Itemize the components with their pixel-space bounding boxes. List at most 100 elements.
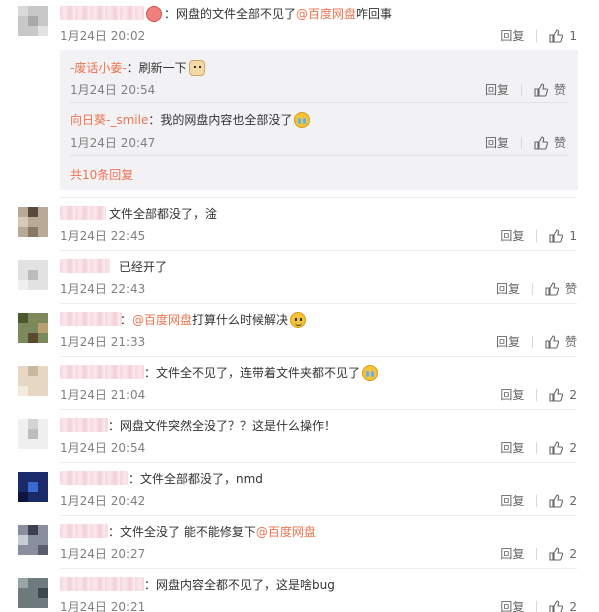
thumbs-up-icon: [545, 334, 559, 349]
username[interactable]: [60, 206, 106, 220]
reply-actions: 回复 赞: [485, 81, 566, 98]
username[interactable]: [60, 471, 128, 485]
thumbs-up-icon: [549, 387, 564, 402]
like-label: 赞: [564, 282, 577, 296]
like-button[interactable]: 赞: [534, 81, 566, 98]
comment-actions: 回复 2: [500, 492, 577, 509]
like-button[interactable]: 2: [549, 600, 577, 612]
thumbs-up-icon: [549, 440, 564, 455]
avatar[interactable]: [18, 207, 48, 237]
comment-time: 1月24日 20:27: [60, 547, 146, 561]
reply-button[interactable]: 回复: [500, 439, 524, 456]
comment-text: ：网盘的文件全部不见了 @百度网盘 咋回事: [146, 5, 392, 22]
heart-emoji-icon: [146, 5, 162, 22]
like-button[interactable]: 赞: [534, 134, 566, 151]
comment-actions: 回复 1: [500, 27, 577, 44]
comment-time: 1月24日 20:21: [60, 600, 146, 612]
view-more-replies-link[interactable]: 共10条回复: [70, 166, 133, 183]
comment-time: 1月24日 20:54: [60, 441, 146, 455]
like-label: 赞: [553, 83, 566, 97]
username[interactable]: [60, 365, 144, 379]
reply-button[interactable]: 回复: [485, 81, 509, 98]
divider: [520, 136, 522, 149]
thumbs-up-icon: [549, 599, 564, 612]
avatar[interactable]: [18, 472, 48, 502]
mention-link[interactable]: @百度网盘: [256, 523, 316, 540]
divider: [60, 250, 577, 251]
like-button[interactable]: 赞: [545, 280, 577, 297]
comment-actions: 回复 赞: [496, 333, 577, 350]
like-button[interactable]: 1: [549, 229, 577, 243]
comment-text: 已经开了: [119, 260, 168, 274]
like-count: 2: [569, 440, 577, 455]
divider: [531, 282, 533, 295]
mention-link[interactable]: @百度网盘: [296, 5, 356, 22]
username[interactable]: [60, 418, 108, 432]
like-button[interactable]: 2: [549, 441, 577, 455]
comment-text: ： @百度网盘 打算什么时候解决: [120, 311, 307, 328]
username[interactable]: [60, 524, 108, 538]
like-count: 2: [569, 493, 577, 508]
divider: [60, 462, 577, 463]
comment-time: 1月24日 21:33: [60, 335, 146, 349]
comment-time: 1月24日 20:42: [60, 494, 146, 508]
comment-time: 1月24日 20:02: [60, 29, 146, 43]
thumbs-up-icon: [549, 28, 564, 43]
like-button[interactable]: 2: [549, 547, 577, 561]
like-label: 赞: [564, 335, 577, 349]
divider: [536, 29, 538, 42]
reply-button[interactable]: 回复: [500, 492, 524, 509]
like-count: 2: [569, 546, 577, 561]
avatar[interactable]: [18, 366, 48, 396]
smile-emoji-icon: [290, 311, 307, 328]
divider: [536, 600, 538, 612]
divider: [536, 229, 538, 242]
reply-button[interactable]: 回复: [500, 27, 524, 44]
avatar[interactable]: [18, 313, 48, 343]
comment-text: 文件全部都没了，淦: [109, 207, 218, 221]
like-button[interactable]: 赞: [545, 333, 577, 350]
reply-username[interactable]: -废话小姜-: [70, 59, 127, 76]
reply-button[interactable]: 回复: [496, 333, 520, 350]
comment-text: ：网盘文件突然全没了？？这是什么操作！: [108, 419, 337, 433]
username[interactable]: [60, 577, 144, 591]
avatar[interactable]: [18, 6, 48, 36]
thumbs-up-icon: [549, 228, 564, 243]
divider: [60, 568, 577, 569]
comment-actions: 回复 赞: [496, 280, 577, 297]
divider: [60, 303, 577, 304]
divider: [70, 155, 568, 156]
like-button[interactable]: 1: [549, 29, 577, 43]
mention-link[interactable]: @百度网盘: [132, 311, 192, 328]
thumbs-up-icon: [545, 281, 559, 296]
comment-time: 1月24日 22:45: [60, 229, 146, 243]
avatar[interactable]: [18, 578, 48, 608]
username[interactable]: [60, 259, 110, 273]
reply-button[interactable]: 回复: [485, 134, 509, 151]
comment-text: ：文件全没了 能不能修复下 @百度网盘: [108, 523, 316, 540]
comment-actions: 回复 2: [500, 386, 577, 403]
username[interactable]: [60, 6, 144, 20]
comment-text: ：文件全部都没了，nmd: [128, 472, 263, 486]
reply-item: 向日葵-_smile ：我的网盘内容也全部没了: [70, 111, 311, 128]
like-button[interactable]: 2: [549, 388, 577, 402]
divider: [60, 197, 577, 198]
username[interactable]: [60, 312, 122, 326]
avatar[interactable]: [18, 419, 48, 449]
divider: [536, 494, 538, 507]
comment-time: 1月24日 22:43: [60, 282, 146, 296]
comment-actions: 回复 1: [500, 227, 577, 244]
reply-button[interactable]: 回复: [500, 386, 524, 403]
avatar[interactable]: [18, 260, 48, 290]
avatar[interactable]: [18, 525, 48, 555]
like-count: 1: [569, 28, 577, 43]
reply-button[interactable]: 回复: [500, 545, 524, 562]
comment-text: ：文件全不见了，连带着文件夹都不见了: [144, 364, 379, 381]
like-button[interactable]: 2: [549, 494, 577, 508]
reply-button[interactable]: 回复: [500, 227, 524, 244]
reply-username[interactable]: 向日葵-_smile: [70, 111, 148, 128]
reply-button[interactable]: 回复: [500, 598, 524, 612]
reply-button[interactable]: 回复: [496, 280, 520, 297]
divider: [520, 83, 522, 96]
comment-text: ：网盘内容全都不见了，这是啥bug: [144, 578, 335, 592]
